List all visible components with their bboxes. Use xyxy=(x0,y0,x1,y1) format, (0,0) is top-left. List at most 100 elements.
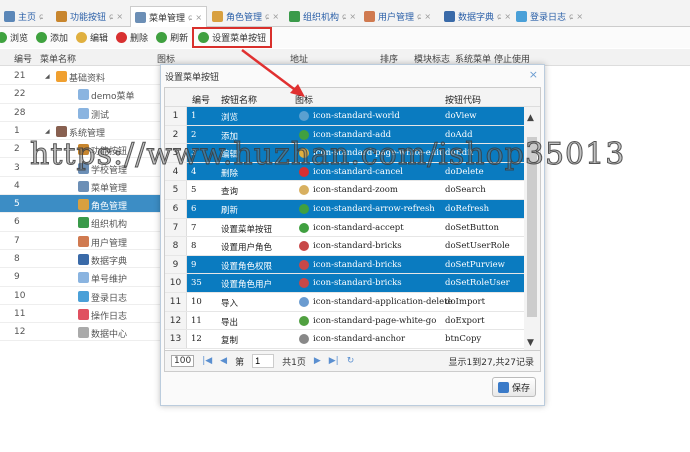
col-button-code[interactable]: 按钮代码 xyxy=(445,93,481,106)
toolbar-button-5[interactable]: 设置菜单按钮 xyxy=(192,27,273,48)
tab-3[interactable]: 角色管理 ɕ × xyxy=(208,6,283,27)
col-name[interactable]: 菜单名称 xyxy=(40,52,76,65)
refresh-tab-icon[interactable]: ɕ xyxy=(39,12,43,21)
add-icon xyxy=(299,129,309,140)
button-row[interactable]: 12 11 导出 icon-standard-page-white-go doExpor… xyxy=(165,311,525,331)
menu-row[interactable]: 6 组织机构 xyxy=(0,213,160,232)
button-row[interactable]: 4 4 删除 icon-standard-cancel doDelete xyxy=(165,162,525,182)
refresh-tab-icon[interactable]: ɕ xyxy=(342,12,346,21)
expand-toggle-icon[interactable]: ◢ xyxy=(45,128,50,135)
close-tab-icon[interactable]: × xyxy=(272,12,279,21)
button-row[interactable]: 13 12 复制 icon-standard-anchor btnCopy xyxy=(165,330,525,349)
toolbar-icon xyxy=(198,32,210,43)
menu-row[interactable]: 5 角色管理 xyxy=(0,195,160,214)
menu-row[interactable]: 3 学校管理 xyxy=(0,159,160,177)
toolbar-button-0[interactable]: 浏览 xyxy=(0,31,28,44)
menu-row[interactable]: 1 ◢ 系统管理 xyxy=(0,122,160,141)
scroll-up-icon[interactable]: ▲ xyxy=(527,113,534,123)
menu-row[interactable]: 9 单号维护 xyxy=(0,268,160,287)
row-number: 10 xyxy=(165,274,187,292)
menu-row[interactable]: 4 菜单管理 xyxy=(0,177,160,196)
set-menu-buttons-dialog: 设置菜单按钮 × 编号 按钮名称 图标 按钮代码 1 1 浏览 icon-standa… xyxy=(160,64,545,406)
button-row[interactable]: 1 1 浏览 icon-standard-world doView xyxy=(165,107,525,126)
button-code: doSetPurview xyxy=(445,259,505,270)
save-button[interactable]: 保存 xyxy=(491,377,536,397)
tab-icon xyxy=(289,11,300,22)
close-tab-icon[interactable]: × xyxy=(195,13,202,22)
scrollbar-thumb[interactable] xyxy=(527,137,537,317)
close-tab-icon[interactable]: × xyxy=(504,12,511,21)
tab-2[interactable]: 菜单管理 ɕ × xyxy=(130,6,208,27)
button-row[interactable]: 2 2 添加 icon-standard-add doAdd xyxy=(165,125,525,145)
menu-row[interactable]: 7 用户管理 xyxy=(0,232,160,250)
menu-row[interactable]: 2 功能按钮 xyxy=(0,140,160,159)
expand-toggle-icon[interactable]: ◢ xyxy=(45,73,50,80)
row-number: 5 xyxy=(165,181,187,199)
close-tab-icon[interactable]: × xyxy=(424,12,431,21)
menu-row[interactable]: 21 ◢ 基础资料 xyxy=(0,67,160,86)
tab-5[interactable]: 用户管理 ɕ × xyxy=(360,6,435,27)
button-code: doSearch xyxy=(445,185,486,196)
page-size-select[interactable]: 100 xyxy=(171,355,195,367)
vertical-scrollbar[interactable]: ▲ ▼ xyxy=(524,107,540,352)
refresh-tab-icon[interactable]: ɕ xyxy=(188,13,192,22)
row-number: 6 xyxy=(165,200,187,218)
row-number: 3 xyxy=(165,144,187,162)
menu-id: 6 xyxy=(14,217,20,228)
button-id: 3 xyxy=(191,148,197,159)
refresh-tab-icon[interactable]: ɕ xyxy=(497,12,501,21)
toolbar-button-1[interactable]: 添加 xyxy=(36,31,68,44)
refresh-tab-icon[interactable]: ɕ xyxy=(417,12,421,21)
menu-row[interactable]: 12 数据中心 xyxy=(0,323,160,342)
scroll-down-icon[interactable]: ▼ xyxy=(527,338,534,348)
col-id[interactable]: 编号 xyxy=(14,52,32,65)
close-icon[interactable]: × xyxy=(529,68,538,81)
refresh-tab-icon[interactable]: ɕ xyxy=(265,12,269,21)
tab-6[interactable]: 数据字典 ɕ × xyxy=(440,6,515,27)
close-tab-icon[interactable]: × xyxy=(116,12,123,21)
button-row[interactable]: 6 6 刷新 icon-standard-arrow-refresh doRefresh xyxy=(165,200,525,219)
toolbar-button-4[interactable]: 刷新 xyxy=(156,31,188,44)
buttons-grid-header: 编号 按钮名称 图标 按钮代码 xyxy=(165,88,540,107)
menu-row[interactable]: 22 demo菜单 xyxy=(0,85,160,104)
menu-row[interactable]: 11 操作日志 xyxy=(0,305,160,324)
first-page-icon[interactable]: |◀ xyxy=(202,356,212,366)
menu-icon xyxy=(56,125,67,137)
col-icon[interactable]: 图标 xyxy=(295,93,313,106)
col-id[interactable]: 编号 xyxy=(192,93,210,106)
next-page-icon[interactable]: ▶ xyxy=(314,356,321,366)
row-number: 8 xyxy=(165,237,187,255)
toolbar-label: 删除 xyxy=(130,34,149,44)
close-tab-icon[interactable]: × xyxy=(576,12,583,21)
button-row[interactable]: 11 10 导入 icon-standard-application-delete do… xyxy=(165,293,525,312)
toolbar-button-3[interactable]: 删除 xyxy=(116,31,148,44)
refresh-tab-icon[interactable]: ɕ xyxy=(569,12,573,21)
button-row[interactable]: 9 9 设置角色权限 icon-standard-bricks doSetPurview xyxy=(165,255,525,275)
prev-page-icon[interactable]: ◀ xyxy=(220,356,227,366)
page-number-input[interactable] xyxy=(252,354,275,368)
menu-row[interactable]: 28 测试 xyxy=(0,104,160,122)
button-row[interactable]: 7 7 设置菜单按钮 icon-standard-accept doSetButton xyxy=(165,218,525,238)
button-row[interactable]: 5 5 查询 icon-standard-zoom doSearch xyxy=(165,181,525,200)
close-tab-icon[interactable]: × xyxy=(349,12,356,21)
tab-1[interactable]: 功能按钮 ɕ × xyxy=(52,6,127,27)
button-name: 编辑 xyxy=(221,150,239,161)
button-name: 设置角色权限 xyxy=(221,261,273,272)
refresh-tab-icon[interactable]: ɕ xyxy=(109,12,113,21)
button-row[interactable]: 3 3 编辑 icon-standard-page-white-edit doEdit xyxy=(165,144,525,163)
tab-0[interactable]: 主页 ɕ xyxy=(0,6,47,27)
button-row[interactable]: 10 35 设置角色用户 icon-standard-bricks doSetRoleU… xyxy=(165,274,525,293)
menu-row[interactable]: 8 数据字典 xyxy=(0,250,160,269)
col-button-name[interactable]: 按钮名称 xyxy=(221,93,257,106)
refresh-icon[interactable]: ↻ xyxy=(347,356,355,366)
row-number: 1 xyxy=(165,107,187,125)
tab-7[interactable]: 登录日志 ɕ × xyxy=(512,6,587,27)
tab-label: 功能按钮 xyxy=(70,13,107,23)
last-page-icon[interactable]: ▶| xyxy=(329,356,339,366)
menu-row[interactable]: 10 登录日志 xyxy=(0,287,160,305)
tab-4[interactable]: 组织机构 ɕ × xyxy=(285,6,360,27)
toolbar-label: 编辑 xyxy=(90,34,109,44)
button-row[interactable]: 8 8 设置用户角色 icon-standard-bricks doSetUserRol… xyxy=(165,237,525,256)
button-name: 导入 xyxy=(221,299,239,309)
toolbar-button-2[interactable]: 编辑 xyxy=(76,31,108,44)
